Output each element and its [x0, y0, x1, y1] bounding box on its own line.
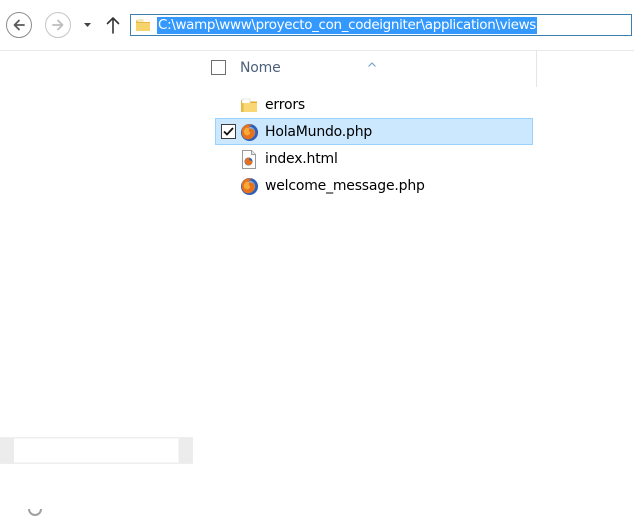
select-all-checkbox[interactable]: [211, 60, 226, 75]
chevron-down-icon: [83, 23, 91, 27]
address-path[interactable]: C:\wamp\www\proyecto_con_codeigniter\app…: [157, 16, 537, 34]
back-arrow-icon: [13, 19, 25, 31]
name-column-label: Nome: [240, 60, 281, 76]
up-level-button[interactable]: [104, 14, 122, 36]
file-row-welcome-message[interactable]: welcome_message.php: [215, 172, 533, 199]
file-name: welcome_message.php: [265, 178, 425, 194]
navigation-toolbar: C:\wamp\www\proyecto_con_codeigniter\app…: [0, 0, 634, 51]
scrollbar-right-edge: [179, 438, 193, 463]
horizontal-scrollbar[interactable]: [0, 437, 193, 464]
address-bar[interactable]: C:\wamp\www\proyecto_con_codeigniter\app…: [130, 14, 632, 36]
column-header-name[interactable]: Nome: [200, 51, 537, 87]
sort-ascending-icon: [368, 52, 376, 71]
file-row-holamundo[interactable]: HolaMundo.php: [215, 118, 533, 145]
loading-spinner-icon: [28, 508, 42, 516]
firefox-icon: [239, 176, 259, 196]
up-arrow-icon: [106, 17, 120, 34]
back-button[interactable]: [6, 12, 32, 38]
folder-icon: [239, 95, 259, 115]
row-checkbox[interactable]: [221, 124, 236, 139]
file-row-errors[interactable]: errors: [215, 91, 533, 118]
file-list: errors HolaMundo.php index.html welcome_…: [215, 91, 533, 199]
file-name: index.html: [265, 151, 338, 167]
scrollbar-thumb[interactable]: [14, 439, 178, 462]
forward-button[interactable]: [45, 12, 71, 38]
recent-locations-button[interactable]: [81, 18, 93, 32]
html-file-icon: [239, 149, 259, 169]
checkmark-icon: [223, 127, 234, 136]
file-row-index[interactable]: index.html: [215, 145, 533, 172]
file-name: errors: [265, 97, 305, 113]
folder-icon: [135, 17, 153, 33]
forward-arrow-icon: [52, 19, 64, 31]
file-name: HolaMundo.php: [265, 124, 373, 140]
firefox-icon: [239, 122, 259, 142]
scrollbar-left-edge: [0, 438, 14, 463]
